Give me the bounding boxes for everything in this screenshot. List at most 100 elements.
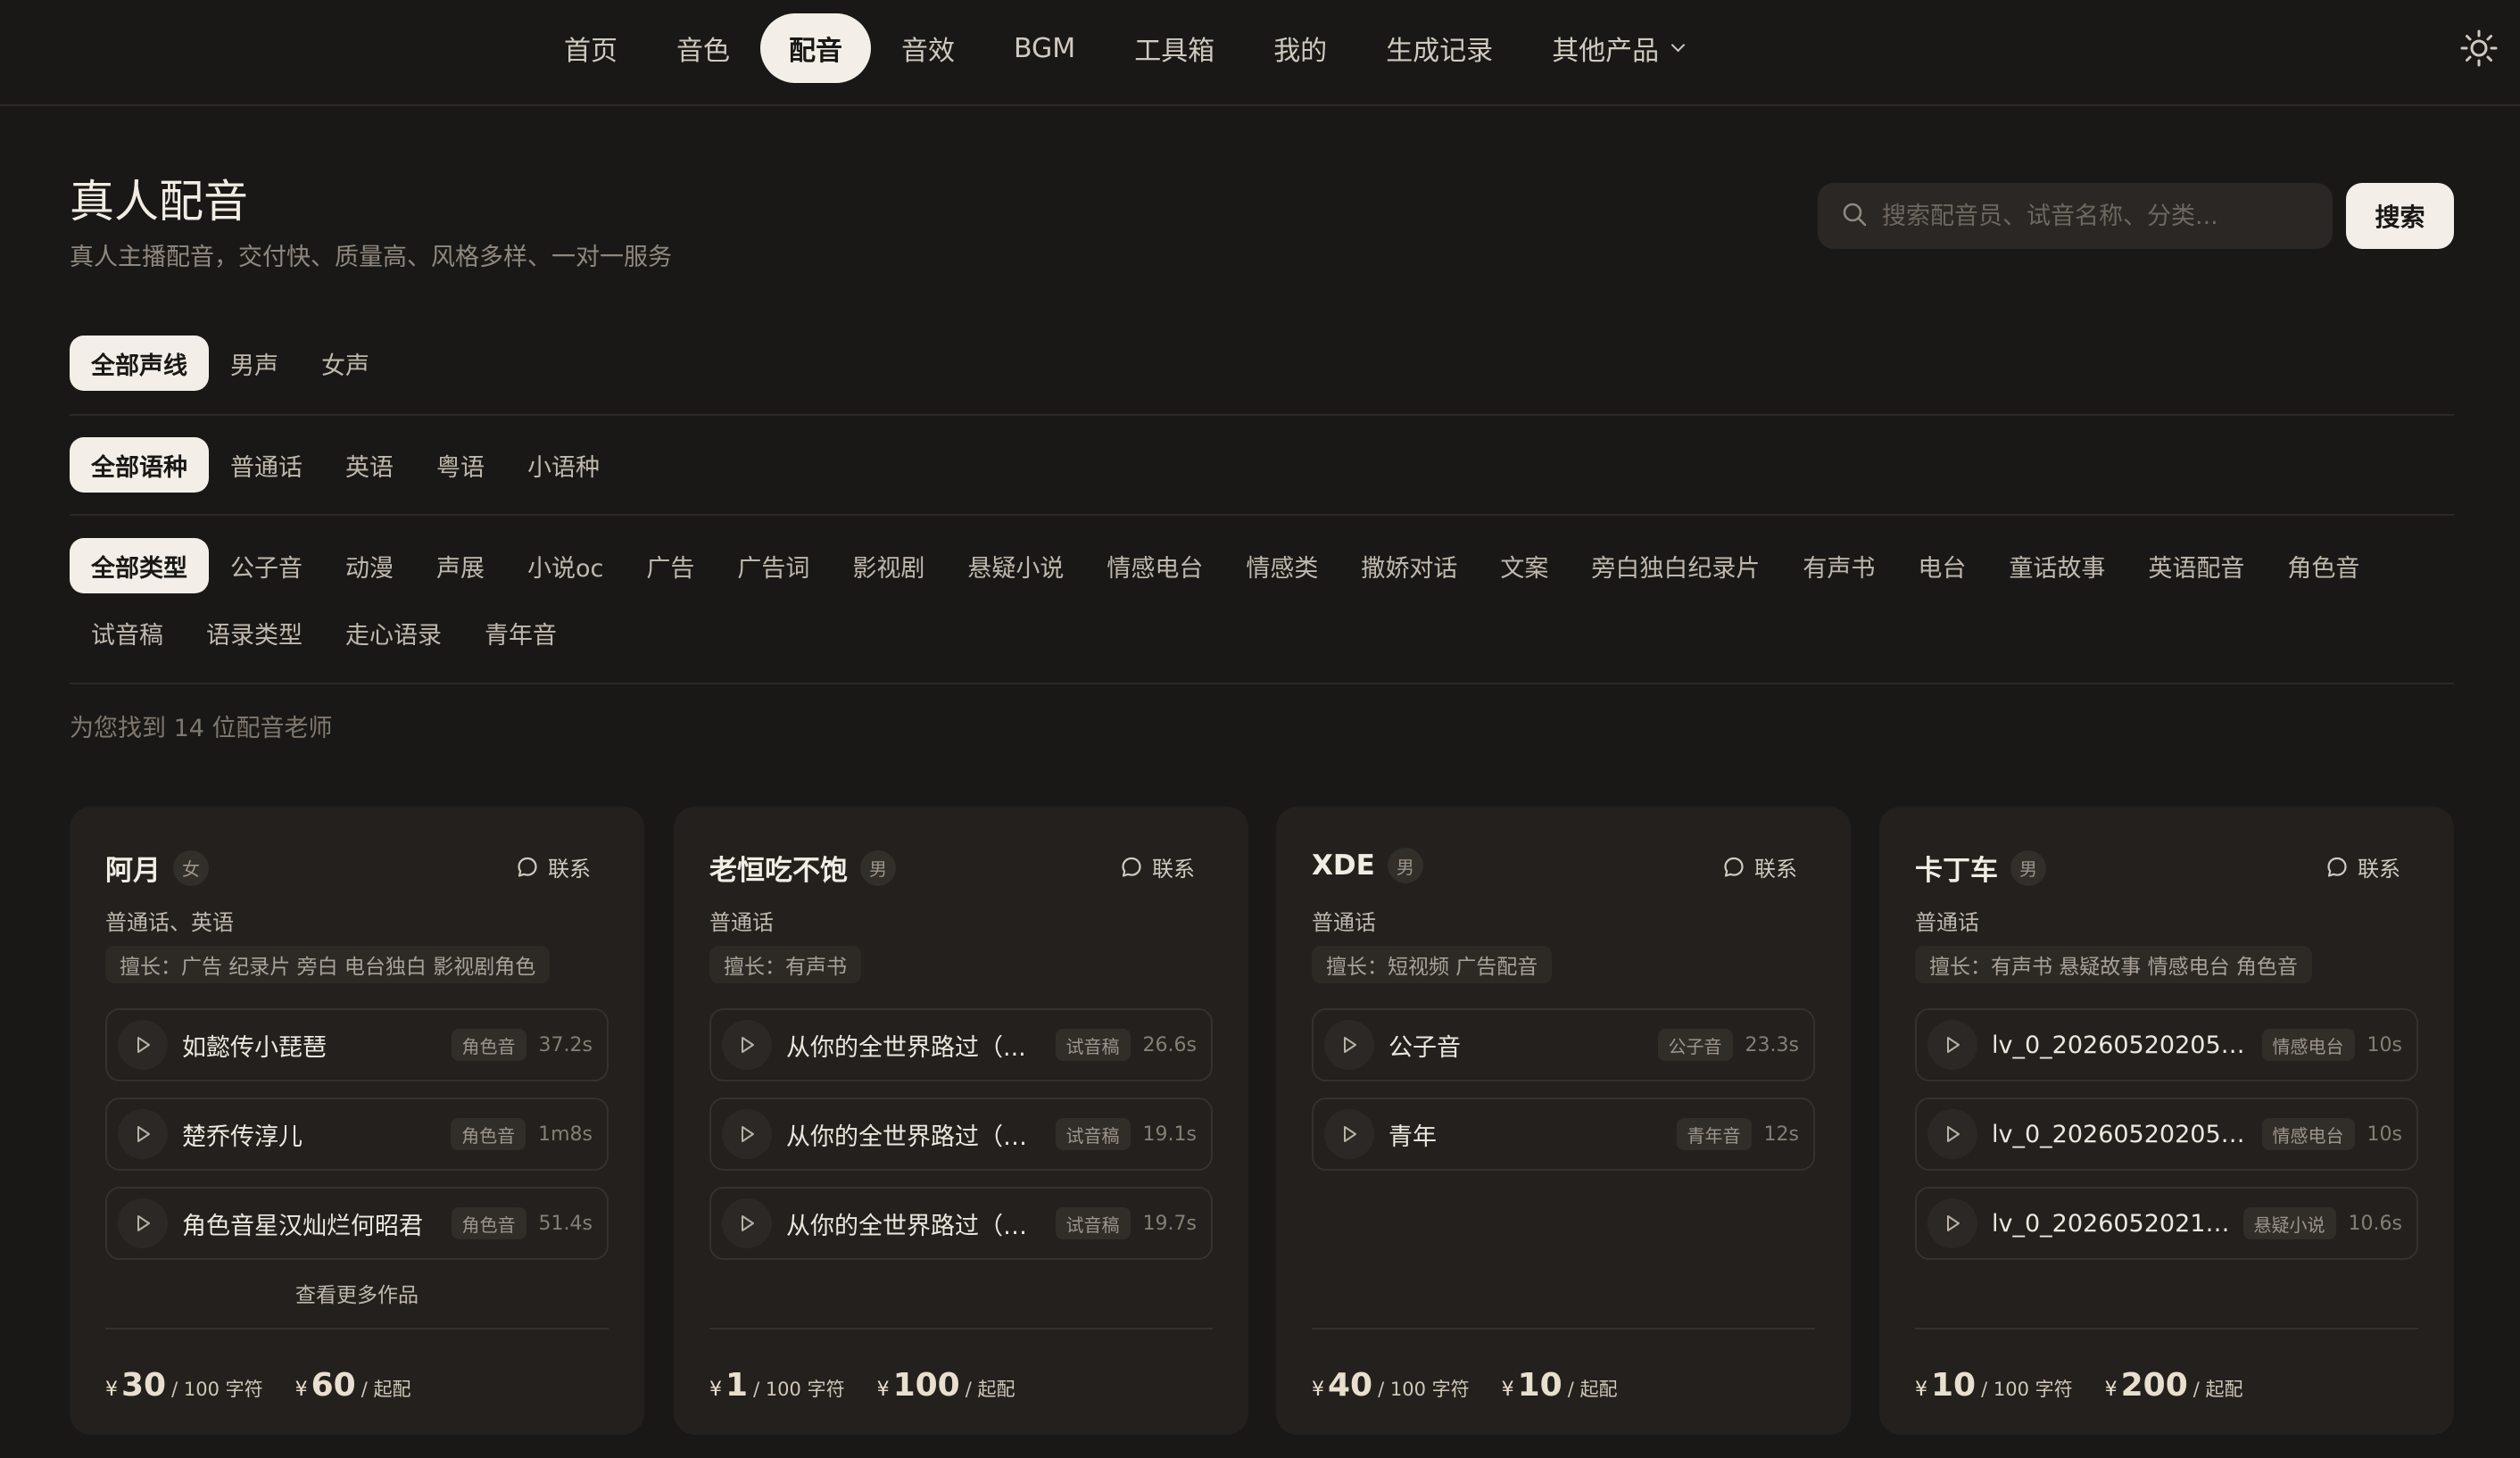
chat-bubble-icon <box>1722 856 1754 879</box>
divider <box>70 683 2454 684</box>
sun-icon[interactable] <box>2459 29 2499 68</box>
voice-actor-card[interactable]: 老恒吃不饱 男 联系 普通话 擅长：有声书 从你的全世界路过（... 试音稿 2… <box>674 807 1248 1435</box>
track-duration: 19.1s <box>1142 1122 1197 1146</box>
nav-item-sound-effects[interactable]: 音效 <box>873 13 983 83</box>
category-filter-chip[interactable]: 声展 <box>415 538 506 593</box>
play-button[interactable] <box>722 1198 772 1248</box>
sample-track[interactable]: lv_0_202605202059... 情感电台 10s <box>1915 1098 2418 1171</box>
sample-track[interactable]: 青年 青年音 12s <box>1312 1098 1815 1171</box>
play-button[interactable] <box>118 1109 168 1159</box>
sample-track[interactable]: 公子音 公子音 23.3s <box>1312 1008 1815 1081</box>
nav-item-history[interactable]: 生成记录 <box>1357 13 1521 83</box>
gender-filter-chip[interactable]: 女声 <box>300 336 391 391</box>
play-button[interactable] <box>1324 1109 1374 1159</box>
nav-item-home[interactable]: 首页 <box>535 13 646 83</box>
category-filter-chip[interactable]: 语录类型 <box>185 605 324 660</box>
divider <box>70 414 2454 416</box>
category-filter-chip[interactable]: 广告词 <box>716 538 831 593</box>
minimum-price: ¥ 60 / 起配 <box>295 1367 411 1404</box>
category-filter-chip[interactable]: 动漫 <box>324 538 415 593</box>
category-filter-chip[interactable]: 小说oc <box>506 538 625 593</box>
play-icon <box>1344 1126 1356 1142</box>
category-filter-chip[interactable]: 青年音 <box>463 605 578 660</box>
category-filter-chip[interactable]: 全部类型 <box>70 538 209 593</box>
sample-track[interactable]: lv_0_20260520210... 悬疑小说 10.6s <box>1915 1187 2418 1260</box>
voice-actor-card[interactable]: 阿月 女 联系 普通话、英语 擅长：广告 纪录片 旁白 电台独白 影视剧角色 如懿… <box>70 807 644 1435</box>
sample-track[interactable]: 如懿传小琵琶 角色音 37.2s <box>105 1008 609 1081</box>
category-filter-chip[interactable]: 电台 <box>1896 538 1987 593</box>
category-filter-chip[interactable]: 公子音 <box>209 538 324 593</box>
minimum-price: ¥ 200 / 起配 <box>2105 1367 2243 1404</box>
track-duration: 10s <box>2367 1033 2402 1056</box>
category-filter-chip[interactable]: 有声书 <box>1781 538 1896 593</box>
track-duration: 26.6s <box>1142 1033 1197 1056</box>
category-filter-chip[interactable]: 英语配音 <box>2126 538 2266 593</box>
divider <box>1312 1328 1815 1330</box>
page-subtitle: 真人主播配音，交付快、质量高、风格多样、一对一服务 <box>70 244 672 271</box>
play-button[interactable] <box>722 1020 772 1070</box>
price-amount: 200 <box>2120 1367 2188 1404</box>
category-filter-chip[interactable]: 走心语录 <box>324 605 463 660</box>
price-unit: / 100 字符 <box>1981 1379 2073 1400</box>
contact-button[interactable]: 联系 <box>516 851 591 882</box>
nav-item-dubbing[interactable]: 配音 <box>760 13 871 83</box>
gender-filter-chip[interactable]: 全部声线 <box>70 336 209 391</box>
sample-track[interactable]: 从你的全世界路过（青... 试音稿 19.1s <box>709 1098 1213 1171</box>
nav-item-mine[interactable]: 我的 <box>1245 13 1355 83</box>
track-title: 从你的全世界路过（中... <box>786 1212 1043 1240</box>
card-header: XDE 男 <box>1312 848 1423 883</box>
play-button[interactable] <box>722 1109 772 1159</box>
category-filter-chip[interactable]: 情感电台 <box>1085 538 1224 593</box>
track-duration: 19.7s <box>1142 1212 1197 1235</box>
voice-actor-card[interactable]: 卡丁车 男 联系 普通话 擅长：有声书 悬疑故事 情感电台 角色音 lv_0_20… <box>1879 807 2454 1435</box>
play-button[interactable] <box>1927 1198 1977 1248</box>
sample-track[interactable]: lv_0_202605202059... 情感电台 10s <box>1915 1008 2418 1081</box>
play-icon <box>742 1126 754 1142</box>
contact-button[interactable]: 联系 <box>1120 851 1195 882</box>
contact-button[interactable]: 联系 <box>1722 851 1797 882</box>
sample-track[interactable]: 从你的全世界路过（... 试音稿 26.6s <box>709 1008 1213 1081</box>
price-amount: 40 <box>1328 1367 1373 1404</box>
track-category-tag: 试音稿 <box>1055 1029 1131 1061</box>
nav-item-toolbox[interactable]: 工具箱 <box>1106 13 1243 83</box>
category-filter-chip[interactable]: 文案 <box>1479 538 1570 593</box>
gender-filter-chip[interactable]: 男声 <box>209 336 300 391</box>
view-more-works-link[interactable]: 查看更多作品 <box>70 1278 644 1308</box>
play-button[interactable] <box>118 1198 168 1248</box>
language-filter-chip[interactable]: 粤语 <box>415 437 506 493</box>
language-filter-chip[interactable]: 全部语种 <box>70 437 209 493</box>
language-filter-chip[interactable]: 英语 <box>324 437 415 493</box>
play-button[interactable] <box>1324 1020 1374 1070</box>
play-button[interactable] <box>1927 1109 1977 1159</box>
contact-button[interactable]: 联系 <box>2325 851 2400 882</box>
category-filter-chip[interactable]: 童话故事 <box>1987 538 2126 593</box>
category-filter-chip[interactable]: 旁白独白纪录片 <box>1570 538 1781 593</box>
play-button[interactable] <box>1927 1020 1977 1070</box>
category-filter-chip[interactable]: 悬疑小说 <box>946 538 1085 593</box>
sample-track[interactable]: 角色音星汉灿烂何昭君 角色音 51.4s <box>105 1187 609 1260</box>
category-filter-chip[interactable]: 广告 <box>625 538 716 593</box>
play-icon <box>137 1037 150 1053</box>
category-filter-chip[interactable]: 试音稿 <box>70 605 185 660</box>
nav-item-other-products[interactable]: 其他产品 <box>1523 13 1712 83</box>
play-button[interactable] <box>118 1020 168 1070</box>
language-filter-chip[interactable]: 普通话 <box>209 437 324 493</box>
category-filter-chip[interactable]: 撒娇对话 <box>1339 538 1479 593</box>
sample-track[interactable]: 楚乔传淳儿 角色音 1m8s <box>105 1098 609 1171</box>
category-filter-chip[interactable]: 角色音 <box>2266 538 2381 593</box>
track-category-tag: 角色音 <box>451 1207 526 1239</box>
voice-actor-card[interactable]: XDE 男 联系 普通话 擅长：短视频 广告配音 公子音 公子音 23.3s 青… <box>1276 807 1851 1435</box>
nav-item-bgm[interactable]: BGM <box>985 13 1104 83</box>
price-row: ¥ 40 / 100 字符 ¥ 10 / 起配 <box>1312 1367 1650 1404</box>
category-filter-chip[interactable]: 影视剧 <box>831 538 946 593</box>
language-filter-chip[interactable]: 小语种 <box>506 437 621 493</box>
nav-item-other-products-label: 其他产品 <box>1552 36 1660 67</box>
price-per-100-chars: ¥ 30 / 100 字符 <box>105 1367 263 1404</box>
specialty-tag: 擅长：有声书 <box>709 946 861 983</box>
track-category-tag: 试音稿 <box>1055 1118 1131 1150</box>
sample-track[interactable]: 从你的全世界路过（中... 试音稿 19.7s <box>709 1187 1213 1260</box>
search-button[interactable]: 搜索 <box>2346 183 2454 249</box>
nav-item-voices[interactable]: 音色 <box>648 13 758 83</box>
category-filter-chip[interactable]: 情感类 <box>1224 538 1339 593</box>
search-input[interactable] <box>1882 202 2328 230</box>
